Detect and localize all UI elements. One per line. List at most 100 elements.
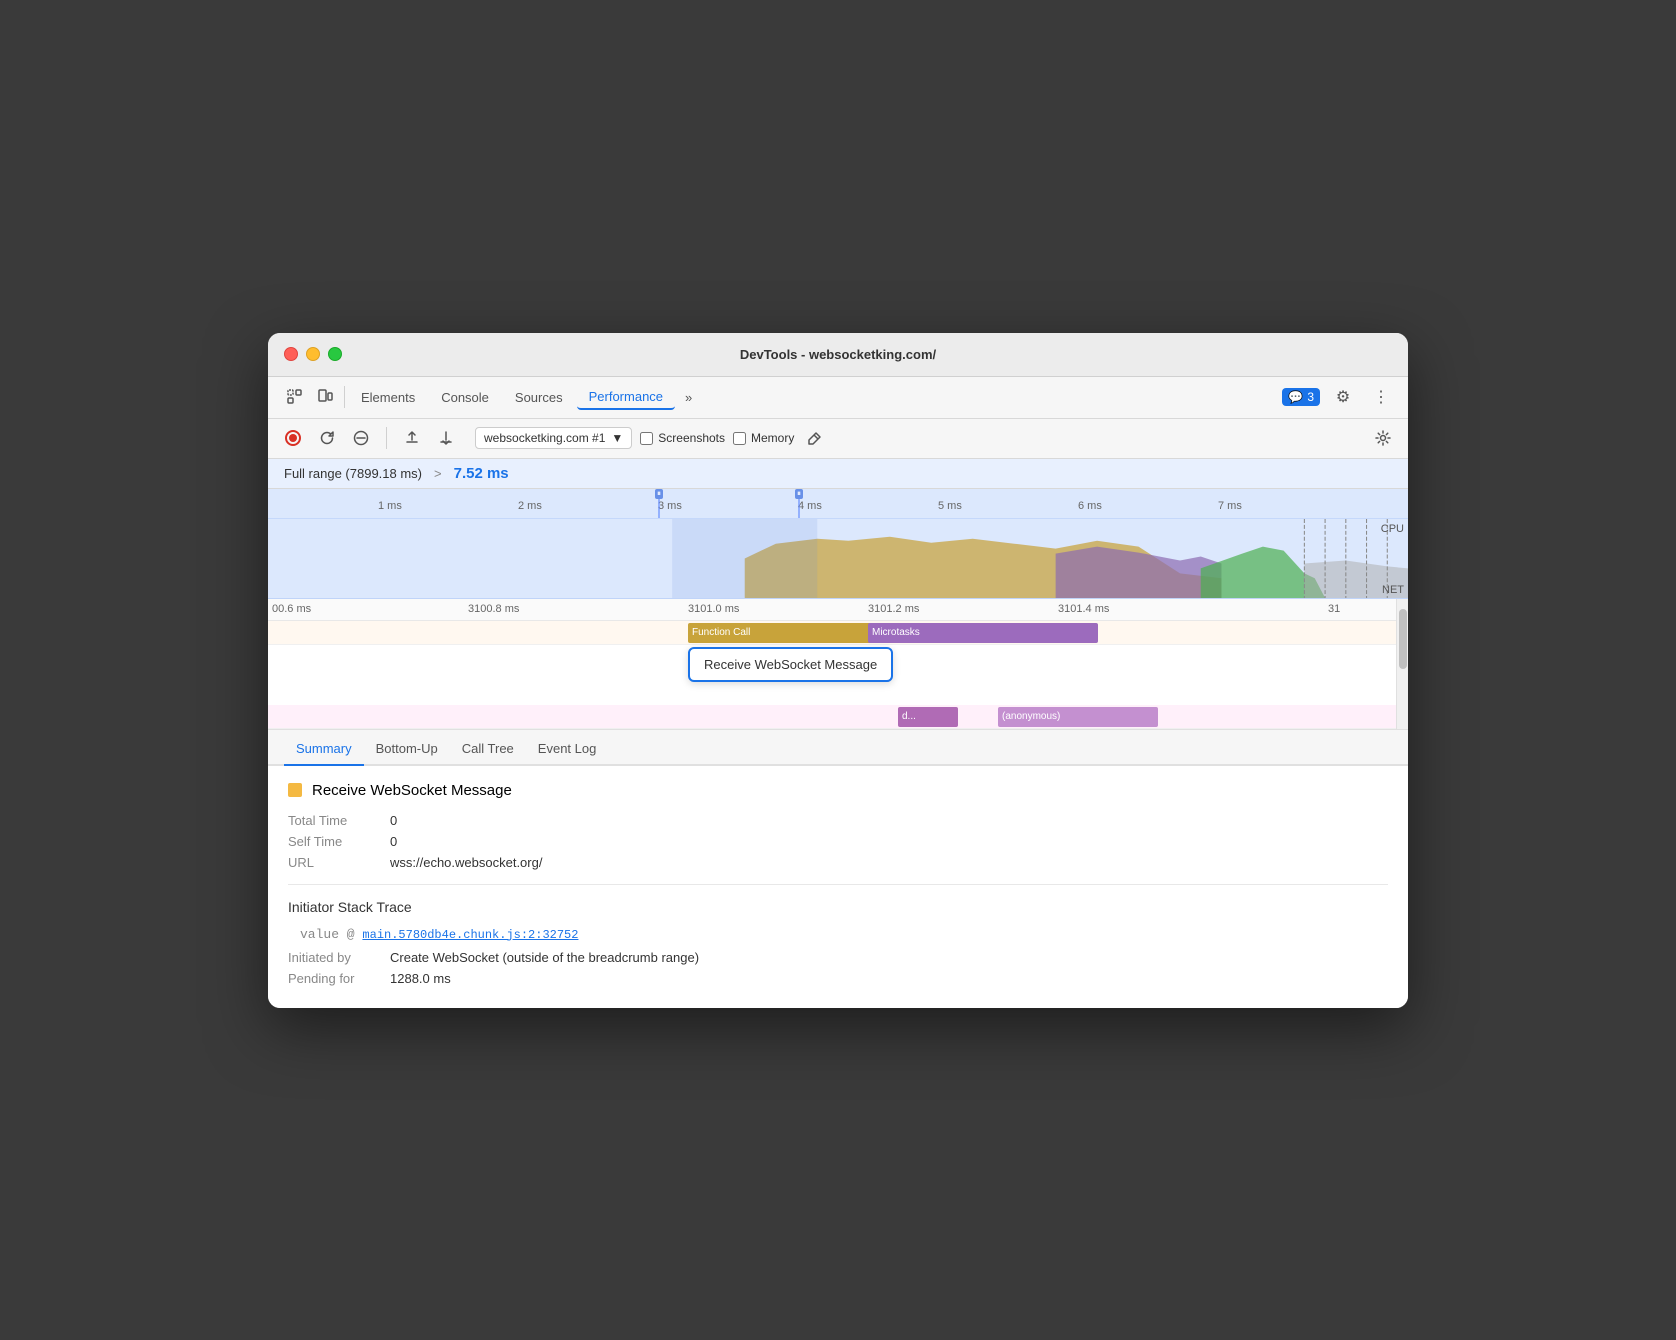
anonymous-bar[interactable]: (anonymous) xyxy=(998,707,1158,727)
url-dropdown-icon: ▼ xyxy=(611,431,623,445)
flame-time-4: 3101.4 ms xyxy=(1058,603,1109,615)
anonymous-label: (anonymous) xyxy=(1002,711,1060,722)
maximize-button[interactable] xyxy=(328,347,342,361)
url-row: URL wss://echo.websocket.org/ xyxy=(288,855,1388,870)
record-button[interactable] xyxy=(280,425,306,451)
total-time-label: Total Time xyxy=(288,813,378,828)
pending-for-value: 1288.0 ms xyxy=(390,971,451,986)
flame-row-1: Function Call Microtasks Receive WebSock… xyxy=(268,621,1408,645)
timeline-area: 1 ms 2 ms 3 ms 4 ms 5 ms 6 ms 7 ms ⏸ ⏸ C… xyxy=(268,489,1408,730)
flame-time-2: 3101.0 ms xyxy=(688,603,739,615)
code-link[interactable]: main.5780db4e.chunk.js:2:32752 xyxy=(362,928,578,942)
scrollbar-thumb[interactable] xyxy=(1399,609,1407,669)
cpu-label: CPU xyxy=(1381,523,1404,535)
flame-time-0: 00.6 ms xyxy=(272,603,311,615)
memory-label: Memory xyxy=(751,431,794,445)
tick-6ms: 6 ms xyxy=(1078,500,1102,512)
net-label: NET xyxy=(1382,584,1404,596)
download-button[interactable] xyxy=(433,425,459,451)
screenshots-checkbox[interactable] xyxy=(640,432,653,445)
memory-checkbox-label[interactable]: Memory xyxy=(733,431,794,445)
separator xyxy=(344,386,345,408)
tick-7ms: 7 ms xyxy=(1218,500,1242,512)
summary-title-row: Receive WebSocket Message xyxy=(288,782,1388,799)
titlebar: DevTools - websocketking.com/ xyxy=(268,333,1408,377)
summary-panel: Receive WebSocket Message Total Time 0 S… xyxy=(268,766,1408,1008)
perf-toolbar: websocketking.com #1 ▼ Screenshots Memor… xyxy=(268,419,1408,459)
tab-bottom-up[interactable]: Bottom-Up xyxy=(364,735,450,766)
minimize-button[interactable] xyxy=(306,347,320,361)
microtasks-bar[interactable]: Microtasks xyxy=(868,623,1098,643)
pending-for-label: Pending for xyxy=(288,971,378,986)
range-label: Full range (7899.18 ms) xyxy=(284,466,422,481)
tick-1ms: 1 ms xyxy=(378,500,402,512)
url-selector[interactable]: websocketking.com #1 ▼ xyxy=(475,427,632,449)
self-time-row: Self Time 0 xyxy=(288,834,1388,849)
more-tabs-button[interactable]: » xyxy=(677,386,700,409)
self-time-label: Self Time xyxy=(288,834,378,849)
stack-trace-line: value @ main.5780db4e.chunk.js:2:32752 xyxy=(300,927,1388,942)
total-time-value: 0 xyxy=(390,813,397,828)
tab-summary[interactable]: Summary xyxy=(284,735,364,766)
tab-call-tree[interactable]: Call Tree xyxy=(450,735,526,766)
badge-count: 3 xyxy=(1307,390,1314,404)
inspector-button[interactable] xyxy=(280,382,310,412)
self-time-value: 0 xyxy=(390,834,397,849)
nav-console[interactable]: Console xyxy=(429,386,501,409)
nav-elements[interactable]: Elements xyxy=(349,386,427,409)
tick-3ms: 3 ms xyxy=(658,500,682,512)
tick-5ms: 5 ms xyxy=(938,500,962,512)
url-label: websocketking.com #1 xyxy=(484,431,605,445)
url-row-label: URL xyxy=(288,855,378,870)
tooltip-popup: Receive WebSocket Message xyxy=(688,647,893,682)
initiated-by-value: Create WebSocket (outside of the breadcr… xyxy=(390,950,699,965)
flame-chart-area: 00.6 ms 3100.8 ms 3101.0 ms 3101.2 ms 31… xyxy=(268,599,1408,730)
flame-row-2: d... (anonymous) xyxy=(268,705,1408,729)
summary-color-dot xyxy=(288,783,302,797)
d-bar[interactable]: d... xyxy=(898,707,958,727)
screenshots-label: Screenshots xyxy=(658,431,725,445)
summary-event-title: Receive WebSocket Message xyxy=(312,782,512,799)
timeline-scrollbar[interactable] xyxy=(1396,599,1408,729)
close-button[interactable] xyxy=(284,347,298,361)
nav-sources[interactable]: Sources xyxy=(503,386,575,409)
nav-performance[interactable]: Performance xyxy=(577,385,675,410)
flame-time-labels: 00.6 ms 3100.8 ms 3101.0 ms 3101.2 ms 31… xyxy=(268,599,1408,621)
settings-button[interactable]: ⚙ xyxy=(1328,382,1358,412)
traffic-lights xyxy=(284,347,342,361)
marker-left: ⏸ xyxy=(658,489,660,518)
memory-checkbox[interactable] xyxy=(733,432,746,445)
url-value: wss://echo.websocket.org/ xyxy=(390,855,542,870)
code-prefix: value @ xyxy=(300,927,362,942)
device-button[interactable] xyxy=(310,382,340,412)
clear-button[interactable] xyxy=(348,425,374,451)
screenshots-checkbox-label[interactable]: Screenshots xyxy=(640,431,725,445)
range-selected: 7.52 ms xyxy=(454,465,509,482)
range-bar: Full range (7899.18 ms) > 7.52 ms xyxy=(268,459,1408,489)
devtools-window: DevTools - websocketking.com/ Elements C… xyxy=(268,333,1408,1008)
upload-button[interactable] xyxy=(399,425,425,451)
d-label: d... xyxy=(902,711,916,722)
tab-event-log[interactable]: Event Log xyxy=(526,735,609,766)
tick-2ms: 2 ms xyxy=(518,500,542,512)
reload-record-button[interactable] xyxy=(314,425,340,451)
function-call-label: Function Call xyxy=(692,627,750,638)
summary-divider xyxy=(288,884,1388,885)
capture-settings-button[interactable] xyxy=(1370,425,1396,451)
bottom-tabs: Summary Bottom-Up Call Tree Event Log xyxy=(268,730,1408,766)
cpu-chart: CPU NET xyxy=(268,519,1408,599)
timeline-ruler: 1 ms 2 ms 3 ms 4 ms 5 ms 6 ms 7 ms ⏸ ⏸ xyxy=(268,489,1408,519)
comment-icon: 💬 xyxy=(1288,390,1303,404)
range-arrow: > xyxy=(434,466,442,481)
perf-sep1 xyxy=(386,427,387,449)
total-time-row: Total Time 0 xyxy=(288,813,1388,828)
pending-for-row: Pending for 1288.0 ms xyxy=(288,971,1388,986)
flame-time-1: 3100.8 ms xyxy=(468,603,519,615)
comments-badge[interactable]: 💬 3 xyxy=(1282,388,1320,406)
brush-button[interactable] xyxy=(802,425,828,451)
tooltip-text: Receive WebSocket Message xyxy=(704,657,877,672)
initiator-title: Initiator Stack Trace xyxy=(288,899,1388,915)
toolbar-right: 💬 3 ⚙ ⋮ xyxy=(1282,382,1396,412)
main-toolbar: Elements Console Sources Performance » 💬… xyxy=(268,377,1408,419)
menu-button[interactable]: ⋮ xyxy=(1366,382,1396,412)
